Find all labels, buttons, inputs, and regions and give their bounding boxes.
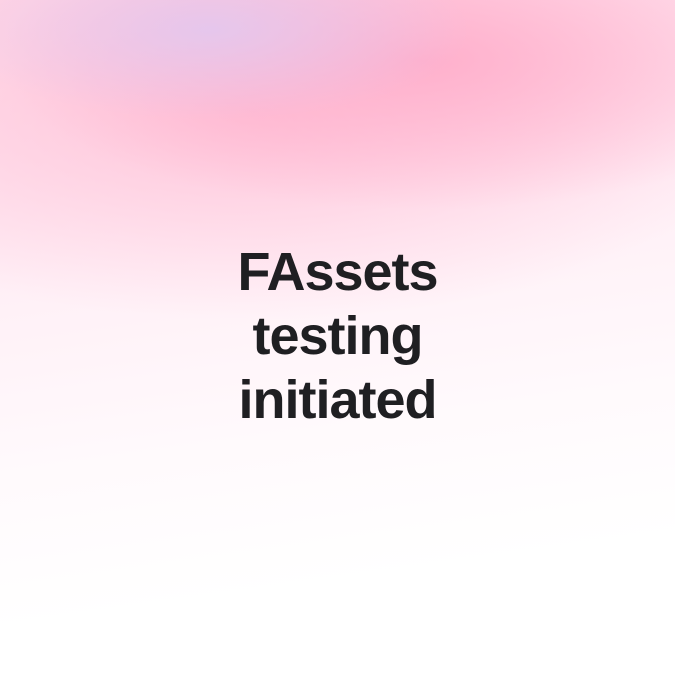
headline-line-3: initiated xyxy=(238,370,437,430)
headline-line-1: FAssets xyxy=(237,242,438,302)
headline-line-2: testing xyxy=(252,306,423,366)
announcement-card: FAssets testing initiated xyxy=(0,0,675,675)
headline: FAssets testing initiated xyxy=(0,240,675,432)
